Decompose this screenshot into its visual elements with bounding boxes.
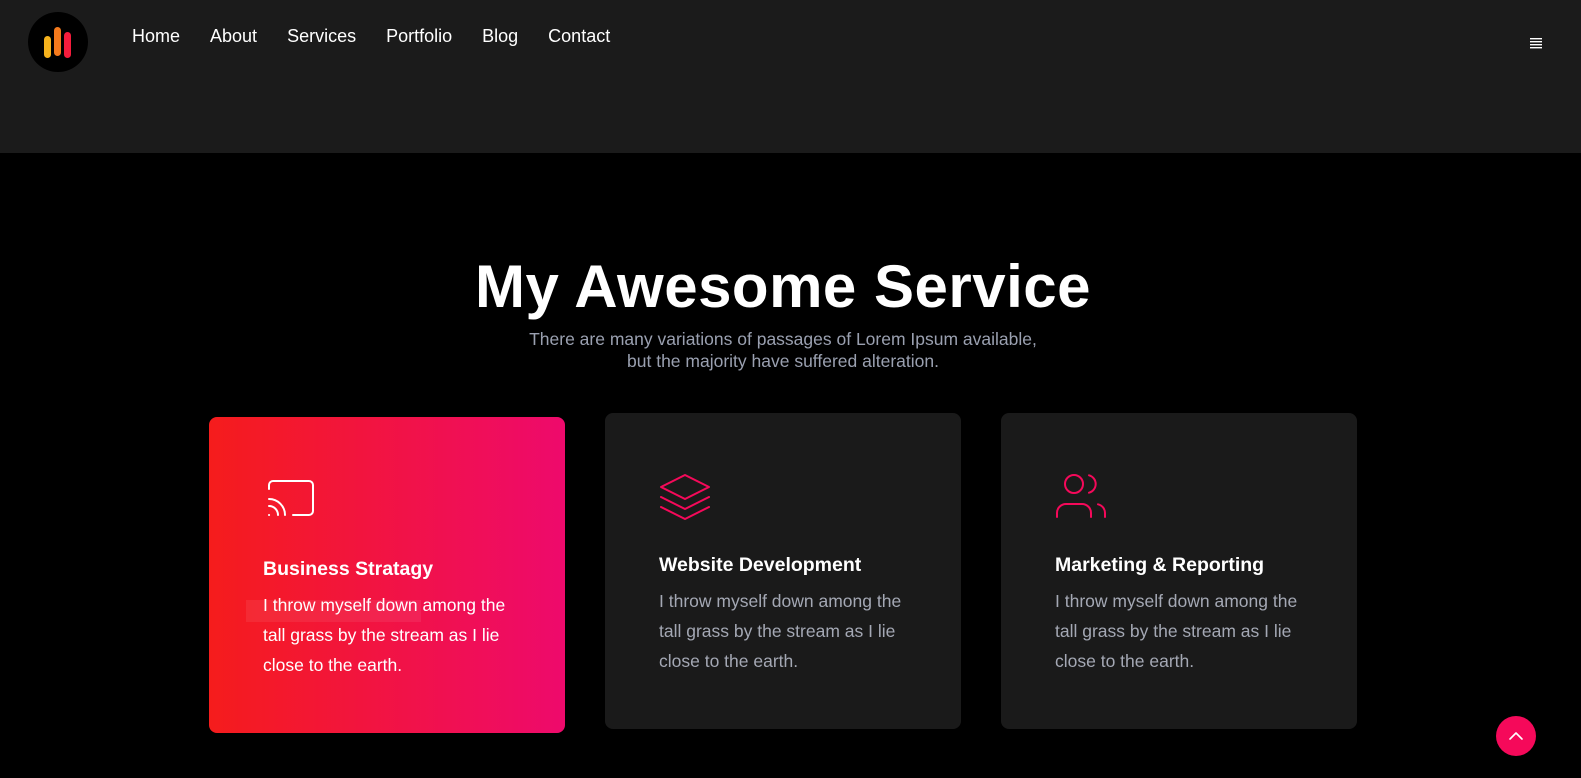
main-nav: Home About Services Portfolio Blog Conta…	[132, 25, 640, 47]
nav-blog[interactable]: Blog	[482, 25, 518, 47]
section-subtitle-line1: There are many variations of passages of…	[529, 329, 1037, 349]
users-icon	[1055, 471, 1107, 523]
layers-icon	[659, 471, 711, 523]
site-logo[interactable]	[28, 12, 88, 72]
nav-home[interactable]: Home	[132, 25, 180, 47]
card-text: I throw myself down among the tall grass…	[263, 595, 506, 675]
hamburger-icon[interactable]	[1529, 36, 1545, 52]
service-card-website-development[interactable]: Website Development I throw myself down …	[605, 413, 961, 729]
bars-logo-icon	[44, 27, 71, 58]
section-title: My Awesome Service	[474, 253, 1091, 320]
page: Home About Services Portfolio Blog Conta…	[0, 0, 1581, 778]
nav-portfolio[interactable]: Portfolio	[386, 25, 452, 47]
nav-about[interactable]: About	[210, 25, 257, 47]
card-text: I throw myself down among the tall grass…	[659, 591, 902, 671]
card-title: Marketing & Reporting	[1055, 554, 1265, 576]
back-to-top-button[interactable]	[1496, 716, 1536, 756]
nav-services[interactable]: Services	[287, 25, 356, 47]
section-subtitle: There are many variations of passages of…	[0, 328, 1566, 372]
nav-contact[interactable]: Contact	[548, 25, 610, 47]
chevron-up-icon	[1509, 732, 1523, 740]
card-text: I throw myself down among the tall grass…	[1055, 591, 1298, 671]
service-card-business-strategy[interactable]: Business Stratagy I throw myself down am…	[209, 417, 565, 733]
cast-icon	[263, 475, 315, 527]
service-card-marketing-reporting[interactable]: Marketing & Reporting I throw myself dow…	[1001, 413, 1357, 729]
section-subtitle-line2: but the majority have suffered alteratio…	[627, 351, 939, 371]
card-title: Business Stratagy	[263, 558, 434, 580]
card-title: Website Development	[659, 554, 862, 576]
site-header: Home About Services Portfolio Blog Conta…	[0, 0, 1581, 153]
